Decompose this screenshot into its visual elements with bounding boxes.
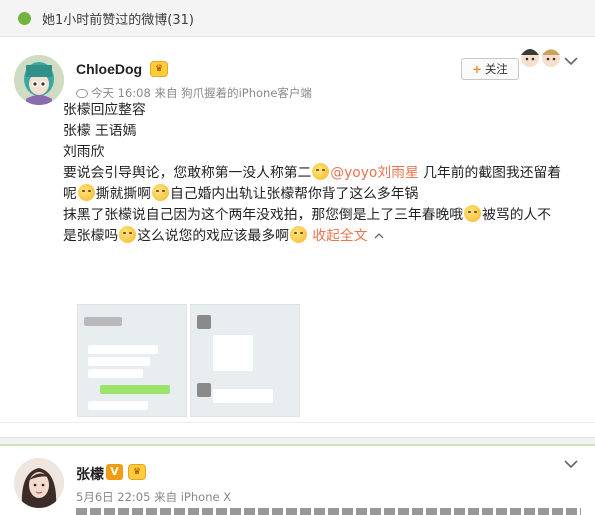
plus-icon: + [472, 62, 482, 76]
follow-button[interactable]: + 关注 [461, 58, 519, 80]
smile-emoji-icon [312, 163, 330, 180]
post-text: 自己婚内出轨让张檬帮你背了这么多年锅 [169, 186, 419, 202]
post-line: 要说会引导舆论，您敢称第一没人称第二 @yoyo刘雨星 几年前的截图我还留着 [63, 163, 583, 184]
post-author-name[interactable]: ChloeDog [76, 61, 142, 77]
post-text: 这么说您的戏应该最多啊 [137, 228, 289, 244]
smile-emoji-icon [464, 205, 482, 222]
weibo-post: 张檬 V ♛ 5月6日 22:05 来自 iPhone X [0, 446, 595, 515]
post-line: 张檬回应整容 [63, 102, 146, 118]
post-text: 抹黑了张檬说自己因为这个两年没戏拍，那您倒是上了三年春晚哦 [63, 207, 464, 223]
chevron-up-icon[interactable] [374, 232, 384, 240]
post-content: 张檬回应整容 张檬 王语嫣 刘雨欣 要说会引导舆论，您敢称第一没人称第二 @yoy… [63, 100, 583, 247]
post-image-1[interactable] [77, 304, 187, 417]
follow-label: 关注 [484, 62, 508, 76]
post-line: 抹黑了张檬说自己因为这个两年没戏拍，那您倒是上了三年春晚哦 被骂的人不 [63, 205, 583, 226]
liked-posts-title: 她1小时前赞过的微博(31) [42, 13, 194, 28]
post-text: 几年前的截图我还留着 [418, 165, 562, 181]
avatar[interactable] [14, 458, 64, 508]
eye-icon [76, 89, 88, 98]
post-meta: 5月6日 22:05 来自 iPhone X [76, 490, 232, 504]
mention-link[interactable]: @yoyo刘雨星 [330, 165, 418, 181]
smile-emoji-icon [289, 226, 307, 243]
vip-crown-icon: ♛ [128, 464, 146, 480]
avatar[interactable] [14, 55, 64, 105]
cartoon-decoration-icon [521, 49, 560, 67]
post-meta-text: 今天 16:08 来自 狗爪握着的iPhone客户端 [91, 86, 312, 100]
post-line: 张檬 王语嫣 [63, 123, 137, 139]
post-author-name[interactable]: 张檬 [76, 464, 104, 484]
post-text: 被骂的人不 [482, 207, 552, 223]
weibo-post: ChloeDog ♛ 今天 16:08 来自 狗爪握着的iPhone客户端 + 关… [0, 37, 595, 456]
post-text: 要说会引导舆论，您敢称第一没人称第二 [63, 165, 312, 181]
post-line: 是张檬吗 这么说您的戏应该最多啊 收起全文 [63, 226, 583, 247]
post-text: 是张檬吗 [63, 228, 119, 244]
post-line: 刘雨欣 [63, 144, 105, 160]
chevron-down-icon[interactable] [563, 458, 579, 470]
smile-emoji-icon [119, 226, 137, 243]
post-text: 呢 [63, 186, 77, 202]
post-line: 呢 撕就撕啊 自己婚内出轨让张檬帮你背了这么多年锅 [63, 184, 583, 205]
post-content-preview [76, 508, 581, 515]
chevron-down-icon[interactable] [563, 55, 579, 67]
vip-crown-icon: ♛ [150, 61, 168, 77]
smile-emoji-icon [151, 184, 169, 201]
post-meta: 今天 16:08 来自 狗爪握着的iPhone客户端 [76, 85, 312, 101]
liked-posts-header[interactable]: 她1小时前赞过的微博(31) [0, 0, 595, 37]
collapse-full-text-link[interactable]: 收起全文 [312, 228, 367, 244]
smile-emoji-icon [77, 184, 95, 201]
post-text: 撕就撕啊 [95, 186, 151, 202]
green-dot-icon [18, 12, 31, 25]
verified-badge-icon: V [106, 464, 123, 480]
post-image-2[interactable] [190, 304, 300, 417]
feed-separator [0, 437, 595, 446]
